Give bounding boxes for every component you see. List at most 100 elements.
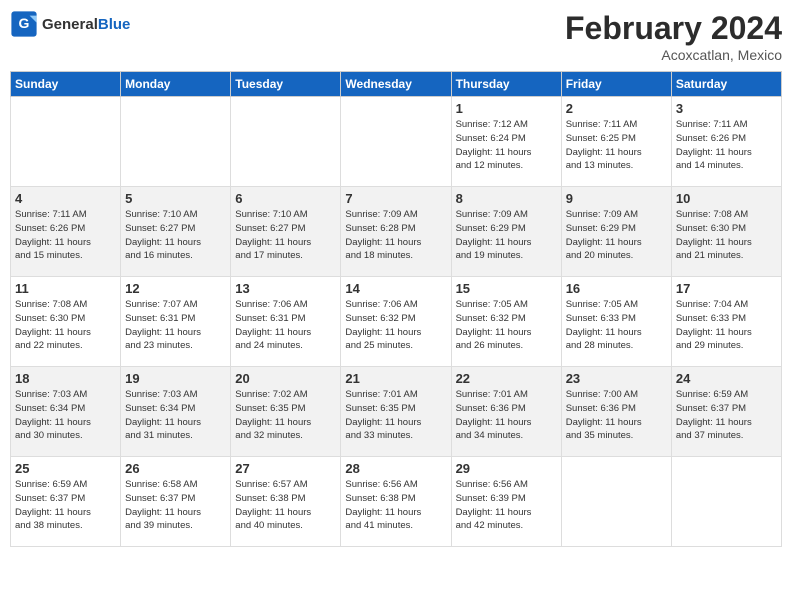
calendar-cell: 5Sunrise: 7:10 AM Sunset: 6:27 PM Daylig… [121, 187, 231, 277]
calendar-cell: 1 Sunrise: 7:12 AM Sunset: 6:24 PM Daylig… [451, 97, 561, 187]
calendar-cell: 7 Sunrise: 7:09 AM Sunset: 6:28 PM Daylig… [341, 187, 451, 277]
day-info: Sunrise: 7:02 AM Sunset: 6:35 PM Dayligh… [235, 388, 336, 443]
day-info: Sunrise: 7:08 AM Sunset: 6:30 PM Dayligh… [15, 298, 116, 353]
calendar-cell: 13 Sunrise: 7:06 AM Sunset: 6:31 PM Dayli… [231, 277, 341, 367]
day-info: Sunrise: 6:57 AM Sunset: 6:38 PM Dayligh… [235, 478, 336, 533]
day-info: Sunrise: 7:11 AM Sunset: 6:26 PM Dayligh… [676, 118, 777, 173]
weekday-thursday: Thursday [451, 72, 561, 97]
day-info: Sunrise: 7:12 AM Sunset: 6:24 PM Dayligh… [456, 118, 557, 173]
calendar-cell: 11 Sunrise: 7:08 AM Sunset: 6:30 PM Dayli… [11, 277, 121, 367]
calendar-cell: 14 Sunrise: 7:06 AM Sunset: 6:32 PM Dayli… [341, 277, 451, 367]
calendar-cell: 24 Sunrise: 6:59 AM Sunset: 6:37 PM Dayli… [671, 367, 781, 457]
day-number: 25 [15, 461, 116, 476]
week-row-4: 18 Sunrise: 7:03 AM Sunset: 6:34 PM Dayli… [11, 367, 782, 457]
day-number: 8 [456, 191, 557, 206]
svg-text:G: G [19, 15, 30, 31]
calendar-cell: 23Sunrise: 7:00 AM Sunset: 6:36 PM Dayli… [561, 367, 671, 457]
weekday-friday: Friday [561, 72, 671, 97]
calendar-cell [341, 97, 451, 187]
day-number: 12 [125, 281, 226, 296]
weekday-monday: Monday [121, 72, 231, 97]
calendar-cell [121, 97, 231, 187]
day-info: Sunrise: 7:05 AM Sunset: 6:33 PM Dayligh… [566, 298, 667, 353]
calendar-cell: 10 Sunrise: 7:08 AM Sunset: 6:30 PM Dayli… [671, 187, 781, 277]
month-title: February 2024 [565, 10, 782, 47]
calendar-cell: 2 Sunrise: 7:11 AM Sunset: 6:25 PM Daylig… [561, 97, 671, 187]
day-info: Sunrise: 7:05 AM Sunset: 6:32 PM Dayligh… [456, 298, 557, 353]
day-info: Sunrise: 6:59 AM Sunset: 6:37 PM Dayligh… [676, 388, 777, 443]
day-number: 11 [15, 281, 116, 296]
calendar-cell: 12 Sunrise: 7:07 AM Sunset: 6:31 PM Dayli… [121, 277, 231, 367]
day-info: Sunrise: 7:09 AM Sunset: 6:29 PM Dayligh… [456, 208, 557, 263]
day-number: 22 [456, 371, 557, 386]
day-number: 7 [345, 191, 446, 206]
day-info: Sunrise: 7:08 AM Sunset: 6:30 PM Dayligh… [676, 208, 777, 263]
day-info: Sunrise: 6:56 AM Sunset: 6:39 PM Dayligh… [456, 478, 557, 533]
title-block: February 2024 Acoxcatlan, Mexico [565, 10, 782, 63]
calendar-cell: 22 Sunrise: 7:01 AM Sunset: 6:36 PM Dayli… [451, 367, 561, 457]
day-info: Sunrise: 7:07 AM Sunset: 6:31 PM Dayligh… [125, 298, 226, 353]
weekday-wednesday: Wednesday [341, 72, 451, 97]
day-number: 1 [456, 101, 557, 116]
day-info: Sunrise: 7:03 AM Sunset: 6:34 PM Dayligh… [15, 388, 116, 443]
page-header: G GeneralBlue February 2024 Acoxcatlan, … [10, 10, 782, 63]
week-row-3: 11 Sunrise: 7:08 AM Sunset: 6:30 PM Dayli… [11, 277, 782, 367]
weekday-header-row: SundayMondayTuesdayWednesdayThursdayFrid… [11, 72, 782, 97]
logo: G GeneralBlue [10, 10, 130, 38]
day-number: 3 [676, 101, 777, 116]
calendar-cell: 17Sunrise: 7:04 AM Sunset: 6:33 PM Dayli… [671, 277, 781, 367]
day-number: 2 [566, 101, 667, 116]
calendar-cell: 19Sunrise: 7:03 AM Sunset: 6:34 PM Dayli… [121, 367, 231, 457]
day-number: 14 [345, 281, 446, 296]
calendar-cell: 18 Sunrise: 7:03 AM Sunset: 6:34 PM Dayli… [11, 367, 121, 457]
day-number: 21 [345, 371, 446, 386]
day-number: 13 [235, 281, 336, 296]
day-number: 20 [235, 371, 336, 386]
day-info: Sunrise: 6:59 AM Sunset: 6:37 PM Dayligh… [15, 478, 116, 533]
calendar-cell: 9 Sunrise: 7:09 AM Sunset: 6:29 PM Daylig… [561, 187, 671, 277]
day-number: 6 [235, 191, 336, 206]
day-info: Sunrise: 7:01 AM Sunset: 6:36 PM Dayligh… [456, 388, 557, 443]
day-info: Sunrise: 7:10 AM Sunset: 6:27 PM Dayligh… [235, 208, 336, 263]
day-info: Sunrise: 7:10 AM Sunset: 6:27 PM Dayligh… [125, 208, 226, 263]
day-number: 16 [566, 281, 667, 296]
calendar-cell [671, 457, 781, 547]
day-number: 15 [456, 281, 557, 296]
weekday-saturday: Saturday [671, 72, 781, 97]
calendar-cell: 4Sunrise: 7:11 AM Sunset: 6:26 PM Daylig… [11, 187, 121, 277]
calendar-cell: 6 Sunrise: 7:10 AM Sunset: 6:27 PM Daylig… [231, 187, 341, 277]
calendar-cell [231, 97, 341, 187]
calendar-cell: 8 Sunrise: 7:09 AM Sunset: 6:29 PM Daylig… [451, 187, 561, 277]
day-info: Sunrise: 7:09 AM Sunset: 6:29 PM Dayligh… [566, 208, 667, 263]
day-number: 23 [566, 371, 667, 386]
day-number: 27 [235, 461, 336, 476]
calendar-cell: 16 Sunrise: 7:05 AM Sunset: 6:33 PM Dayli… [561, 277, 671, 367]
day-info: Sunrise: 7:03 AM Sunset: 6:34 PM Dayligh… [125, 388, 226, 443]
calendar-cell: 28Sunrise: 6:56 AM Sunset: 6:38 PM Dayli… [341, 457, 451, 547]
calendar-cell: 25 Sunrise: 6:59 AM Sunset: 6:37 PM Dayli… [11, 457, 121, 547]
day-number: 18 [15, 371, 116, 386]
calendar-cell: 20 Sunrise: 7:02 AM Sunset: 6:35 PM Dayli… [231, 367, 341, 457]
day-info: Sunrise: 6:56 AM Sunset: 6:38 PM Dayligh… [345, 478, 446, 533]
calendar-cell: 15 Sunrise: 7:05 AM Sunset: 6:32 PM Dayli… [451, 277, 561, 367]
day-number: 26 [125, 461, 226, 476]
calendar-cell: 29Sunrise: 6:56 AM Sunset: 6:39 PM Dayli… [451, 457, 561, 547]
day-info: Sunrise: 7:06 AM Sunset: 6:32 PM Dayligh… [345, 298, 446, 353]
day-info: Sunrise: 7:04 AM Sunset: 6:33 PM Dayligh… [676, 298, 777, 353]
calendar-cell: 3 Sunrise: 7:11 AM Sunset: 6:26 PM Daylig… [671, 97, 781, 187]
calendar-cell: 21 Sunrise: 7:01 AM Sunset: 6:35 PM Dayli… [341, 367, 451, 457]
day-number: 10 [676, 191, 777, 206]
day-info: Sunrise: 7:09 AM Sunset: 6:28 PM Dayligh… [345, 208, 446, 263]
day-info: Sunrise: 7:01 AM Sunset: 6:35 PM Dayligh… [345, 388, 446, 443]
day-number: 24 [676, 371, 777, 386]
calendar-table: SundayMondayTuesdayWednesdayThursdayFrid… [10, 71, 782, 547]
calendar-cell [11, 97, 121, 187]
day-number: 9 [566, 191, 667, 206]
weekday-sunday: Sunday [11, 72, 121, 97]
day-info: Sunrise: 7:11 AM Sunset: 6:25 PM Dayligh… [566, 118, 667, 173]
day-info: Sunrise: 7:11 AM Sunset: 6:26 PM Dayligh… [15, 208, 116, 263]
week-row-1: 1 Sunrise: 7:12 AM Sunset: 6:24 PM Daylig… [11, 97, 782, 187]
week-row-5: 25 Sunrise: 6:59 AM Sunset: 6:37 PM Dayli… [11, 457, 782, 547]
day-info: Sunrise: 7:06 AM Sunset: 6:31 PM Dayligh… [235, 298, 336, 353]
week-row-2: 4Sunrise: 7:11 AM Sunset: 6:26 PM Daylig… [11, 187, 782, 277]
